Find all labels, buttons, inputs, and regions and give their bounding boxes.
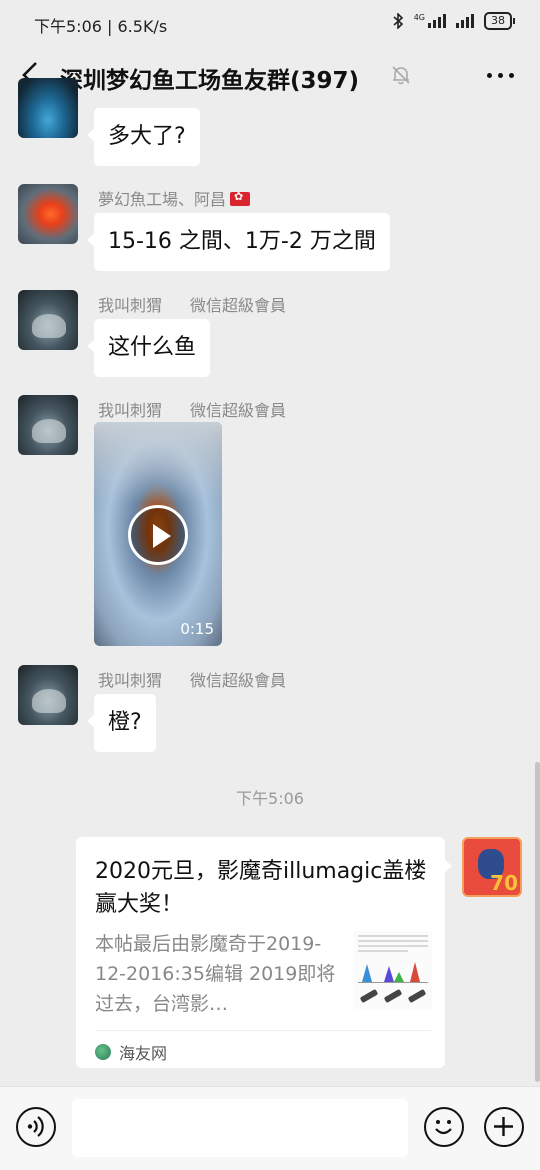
network-type: 4G xyxy=(413,13,425,22)
mute-bell-icon xyxy=(392,66,410,85)
cellular-signal-2-icon xyxy=(456,14,474,28)
more-options-button[interactable] xyxy=(487,73,514,78)
smiley-icon xyxy=(435,1120,452,1135)
scrollbar[interactable] xyxy=(535,762,540,1082)
more-functions-button[interactable] xyxy=(484,1107,524,1147)
sender-name: 我叫刺猬 微信超級會員 xyxy=(98,667,286,691)
emoji-button[interactable] xyxy=(424,1107,464,1147)
message-bubble[interactable]: 多大了? xyxy=(87,108,200,166)
sender-name: 我叫刺猬 微信超級會員 xyxy=(98,292,286,316)
avatar[interactable] xyxy=(18,665,78,725)
video-thumbnail xyxy=(94,422,222,502)
message-input[interactable] xyxy=(72,1099,408,1157)
sender-name-text: 我叫刺猬 xyxy=(98,671,163,690)
chat-header: 深圳梦幻鱼工场鱼友群(397) xyxy=(0,46,540,106)
message-bubble[interactable]: 15-16 之間、1万-2 万之間 xyxy=(87,213,390,271)
video-duration: 0:15 xyxy=(180,620,214,638)
sender-name: 我叫刺猬 微信超級會員 xyxy=(98,397,286,421)
status-time-speed: 下午5:06 | 6.5K/s xyxy=(34,17,168,36)
link-card-source-name: 海友网 xyxy=(119,1044,168,1063)
site-logo-icon xyxy=(95,1044,111,1060)
hong-kong-flag-icon xyxy=(230,190,251,206)
plus-icon xyxy=(494,1117,513,1136)
sender-name-text: 夢幻魚工場、阿昌 xyxy=(98,190,227,209)
link-card-divider xyxy=(95,1030,431,1031)
sender-title: 微信超級會員 xyxy=(190,401,287,420)
message-bubble[interactable]: 这什么鱼 xyxy=(86,319,211,377)
sender-name-text: 我叫刺猬 xyxy=(98,296,163,315)
link-card-thumbnail xyxy=(354,931,432,1009)
status-bar: 下午5:06 | 6.5K/s 4G 38 xyxy=(0,0,540,46)
link-card-source: 海友网 xyxy=(95,1040,167,1064)
time-divider: 下午5:06 xyxy=(236,789,304,808)
play-icon[interactable] xyxy=(128,505,188,565)
input-bar xyxy=(0,1086,540,1170)
link-card-title: 2020元旦，影魔奇illumagic盖楼赢大奖！ xyxy=(95,859,427,917)
message-bubble[interactable]: 橙? xyxy=(87,694,156,752)
avatar[interactable] xyxy=(18,395,78,455)
bluetooth-icon xyxy=(393,13,403,29)
chat-title: 深圳梦幻鱼工场鱼友群(397) xyxy=(60,68,360,94)
avatar[interactable] xyxy=(18,78,78,138)
voice-input-button[interactable] xyxy=(16,1107,56,1147)
battery-icon: 38 xyxy=(484,12,515,30)
sender-title: 微信超級會員 xyxy=(190,296,287,315)
video-message[interactable]: 0:15 xyxy=(94,422,222,646)
avatar[interactable] xyxy=(18,290,78,350)
avatar[interactable] xyxy=(18,184,78,244)
link-card-message[interactable]: 2020元旦，影魔奇illumagic盖楼赢大奖！ 本帖最后由影魔奇于2019-… xyxy=(76,837,452,1068)
sender-title: 微信超級會員 xyxy=(190,671,287,690)
sender-name-text: 我叫刺猬 xyxy=(98,401,163,420)
cellular-signal-icon: 4G xyxy=(414,14,446,28)
status-icons: 4G 38 xyxy=(393,12,515,30)
link-card-description: 本帖最后由影魔奇于2019-12-2016:35编辑 2019即将过去，台湾影… xyxy=(95,933,336,1015)
voice-icon xyxy=(27,1116,44,1137)
sender-name: 夢幻魚工場、阿昌 xyxy=(98,186,251,210)
my-avatar[interactable] xyxy=(462,837,522,897)
